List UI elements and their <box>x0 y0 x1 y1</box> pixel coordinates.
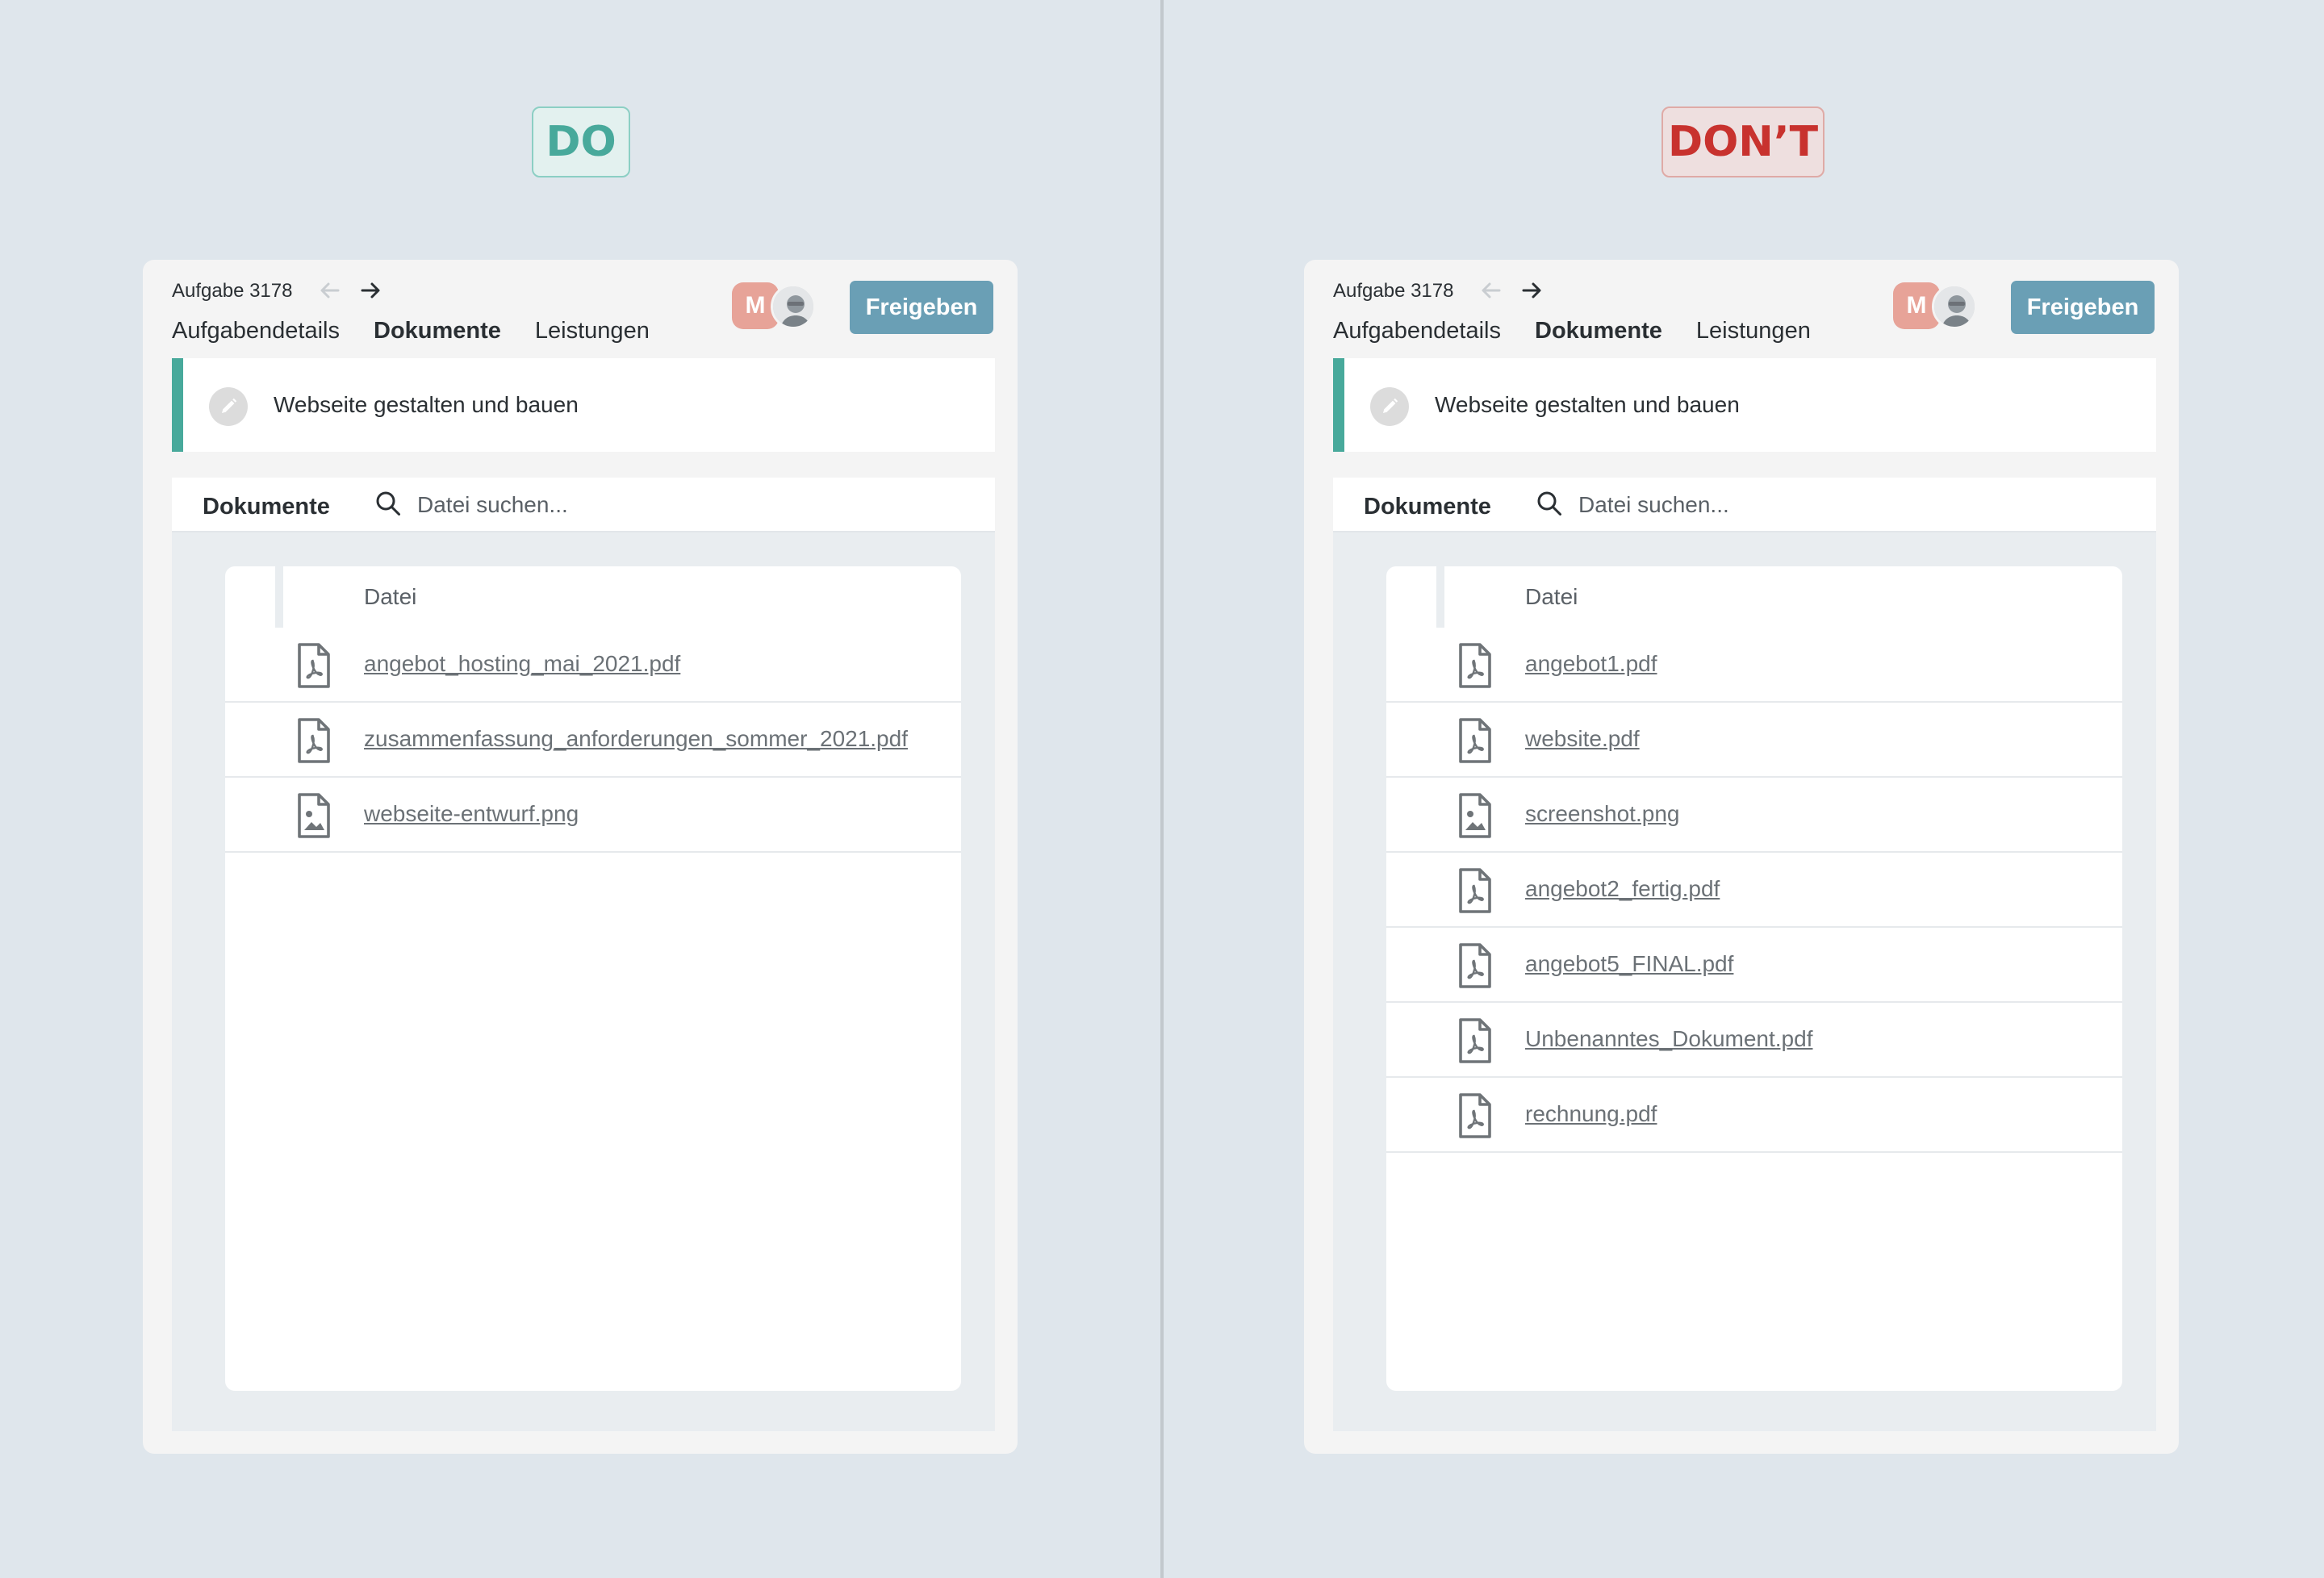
column-grip <box>1436 566 1444 628</box>
document-row[interactable]: zusammenfassung_anforderungen_sommer_202… <box>225 703 961 778</box>
task-tabs: Aufgabendetails Dokumente Leistungen <box>1333 316 1845 345</box>
table-header: Datei <box>225 566 961 628</box>
document-link[interactable]: zusammenfassung_anforderungen_sommer_202… <box>364 724 908 754</box>
task-id: Aufgabe 3178 <box>172 280 293 302</box>
document-link[interactable]: angebot_hosting_mai_2021.pdf <box>364 649 680 678</box>
share-button[interactable]: Freigeben <box>850 281 993 334</box>
column-grip <box>275 566 283 628</box>
do-label: DO <box>532 106 630 177</box>
document-row[interactable]: screenshot.png <box>1386 778 2122 853</box>
task-id: Aufgabe 3178 <box>1333 280 1454 302</box>
search-icon <box>374 489 403 518</box>
table-header: Datei <box>1386 566 2122 628</box>
tab-dokumente[interactable]: Dokumente <box>1535 316 1662 345</box>
share-button[interactable]: Freigeben <box>2011 281 2155 334</box>
document-link[interactable]: angebot1.pdf <box>1525 649 1657 678</box>
documents-label: Dokumente <box>1364 494 1491 520</box>
document-link[interactable]: screenshot.png <box>1525 799 1679 829</box>
arrow-right-icon[interactable] <box>357 278 383 303</box>
do-panel: DO Aufgabe 3178 Aufgabendetails Dokumente… <box>0 0 1160 1578</box>
task-navigation <box>1478 278 1559 307</box>
image-file-icon <box>1456 792 1494 839</box>
pdf-file-icon <box>1456 642 1494 689</box>
task-title[interactable]: Webseite gestalten und bauen <box>1435 390 1740 420</box>
tab-dokumente[interactable]: Dokumente <box>374 316 501 345</box>
documents-label: Dokumente <box>203 494 330 520</box>
avatar-photo[interactable] <box>1932 284 1977 329</box>
pdf-file-icon <box>1456 1092 1494 1139</box>
search-input[interactable] <box>1578 487 1998 523</box>
task-card: Aufgabe 3178 Aufgabendetails Dokumente Lei… <box>143 260 1018 1454</box>
search-input[interactable] <box>417 487 837 523</box>
avatar-photo[interactable] <box>771 284 816 329</box>
document-row[interactable]: website.pdf <box>1386 703 2122 778</box>
document-link[interactable]: rechnung.pdf <box>1525 1100 1657 1129</box>
document-link[interactable]: angebot2_fertig.pdf <box>1525 875 1720 904</box>
document-row[interactable]: angebot2_fertig.pdf <box>1386 853 2122 928</box>
pdf-file-icon <box>1456 942 1494 989</box>
pencil-icon[interactable] <box>1370 387 1409 426</box>
document-row[interactable]: angebot1.pdf <box>1386 628 2122 703</box>
task-tabs: Aufgabendetails Dokumente Leistungen <box>172 316 683 345</box>
arrow-right-icon[interactable] <box>1519 278 1544 303</box>
search-icon <box>1535 489 1564 518</box>
arrow-left-icon[interactable] <box>317 278 343 303</box>
pdf-file-icon <box>1456 717 1494 764</box>
document-link[interactable]: webseite-entwurf.png <box>364 799 579 829</box>
image-file-icon <box>295 792 333 839</box>
arrow-left-icon[interactable] <box>1478 278 1504 303</box>
assignee-avatars[interactable]: M <box>1893 282 1982 331</box>
documents-table: Datei angebot_hosting_mai_2021.pdf zusam… <box>225 566 961 1391</box>
tab-aufgabendetails[interactable]: Aufgabendetails <box>1333 316 1501 345</box>
pdf-file-icon <box>295 717 333 764</box>
document-row[interactable]: rechnung.pdf <box>1386 1078 2122 1153</box>
document-row[interactable]: Unbenanntes_Dokument.pdf <box>1386 1003 2122 1078</box>
dont-panel: DON’T Aufgabe 3178 Aufgabendetails Dokume… <box>1164 0 2324 1578</box>
document-row[interactable]: angebot_hosting_mai_2021.pdf <box>225 628 961 703</box>
pdf-file-icon <box>295 642 333 689</box>
document-link[interactable]: Unbenanntes_Dokument.pdf <box>1525 1025 1812 1054</box>
task-navigation <box>317 278 398 307</box>
column-header-file[interactable]: Datei <box>1525 582 1578 612</box>
tab-aufgabendetails[interactable]: Aufgabendetails <box>172 316 340 345</box>
dont-label: DON’T <box>1661 106 1825 177</box>
pencil-icon[interactable] <box>209 387 248 426</box>
pdf-file-icon <box>1456 1017 1494 1064</box>
documents-toolbar: Dokumente <box>1333 478 2156 532</box>
documents-area: Datei angebot1.pdf website.pdf screensho… <box>1333 532 2156 1431</box>
document-link[interactable]: angebot5_FINAL.pdf <box>1525 950 1733 979</box>
column-header-file[interactable]: Datei <box>364 582 416 612</box>
tab-leistungen[interactable]: Leistungen <box>1696 316 1811 345</box>
assignee-avatars[interactable]: M <box>732 282 821 331</box>
document-link[interactable]: website.pdf <box>1525 724 1640 754</box>
documents-area: Datei angebot_hosting_mai_2021.pdf zusam… <box>172 532 995 1431</box>
documents-table: Datei angebot1.pdf website.pdf screensho… <box>1386 566 2122 1391</box>
task-card: Aufgabe 3178 Aufgabendetails Dokumente Lei… <box>1304 260 2179 1454</box>
document-row[interactable]: angebot5_FINAL.pdf <box>1386 928 2122 1003</box>
task-title-row: Webseite gestalten und bauen <box>1333 358 2156 452</box>
pdf-file-icon <box>1456 867 1494 914</box>
tab-leistungen[interactable]: Leistungen <box>535 316 650 345</box>
task-title[interactable]: Webseite gestalten und bauen <box>274 390 579 420</box>
task-title-row: Webseite gestalten und bauen <box>172 358 995 452</box>
documents-toolbar: Dokumente <box>172 478 995 532</box>
document-row[interactable]: webseite-entwurf.png <box>225 778 961 853</box>
